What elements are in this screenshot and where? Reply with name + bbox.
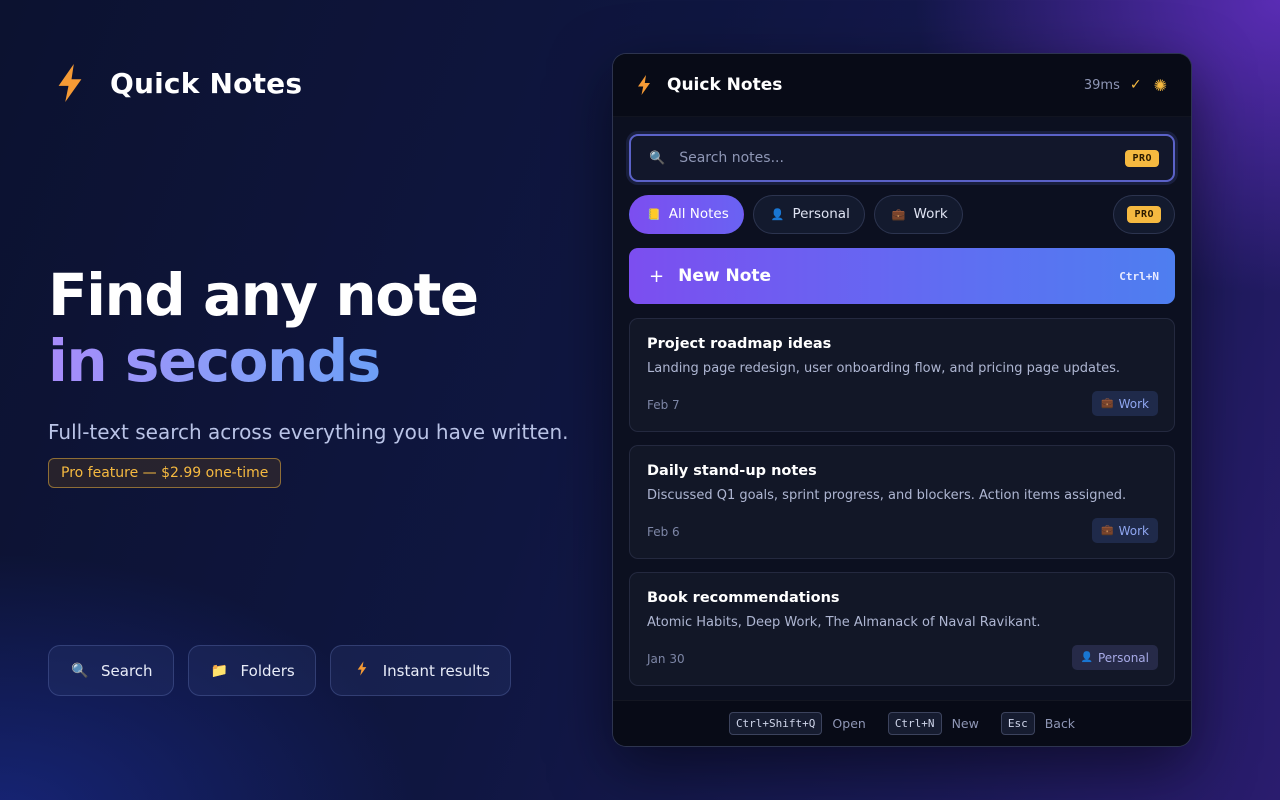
bolt-icon: [58, 64, 82, 102]
search-icon: 🔍: [649, 150, 666, 166]
theme-toggle-sun-icon[interactable]: ✺: [1154, 76, 1167, 95]
check-icon: ✓: [1129, 77, 1142, 93]
note-preview: Landing page redesign, user onboarding f…: [647, 361, 1120, 376]
hero-title: Find any note in seconds: [48, 262, 569, 394]
magnifier-icon: 🔍: [71, 662, 89, 679]
filter-label: All Notes: [668, 206, 729, 222]
feature-label: Folders: [240, 661, 295, 680]
window-body: 🔍 PRO 📒 All Notes 👤 Personal 💼 Work PRO …: [613, 117, 1191, 686]
search-bar[interactable]: 🔍 PRO: [629, 134, 1175, 182]
shortcut-label: New: [951, 716, 979, 731]
filter-personal[interactable]: 👤 Personal: [752, 194, 865, 234]
note-date: Feb 7: [647, 398, 680, 412]
note-card[interactable]: Project roadmap ideas Landing page redes…: [629, 318, 1175, 432]
hero-title-line1: Find any note: [48, 261, 479, 329]
shortcut-label: Open: [832, 716, 866, 731]
note-tag-label: Work: [1118, 396, 1149, 411]
note-title: Daily stand-up notes: [647, 463, 817, 479]
note-card[interactable]: Daily stand-up notes Discussed Q1 goals,…: [629, 445, 1175, 559]
window-title: Quick Notes: [667, 75, 783, 95]
notes-list: Project roadmap ideas Landing page redes…: [629, 318, 1175, 686]
shortcut-key: Ctrl+Shift+Q: [728, 712, 823, 735]
note-card[interactable]: Book recommendations Atomic Habits, Deep…: [629, 572, 1175, 686]
filter-pro-button[interactable]: PRO: [1113, 194, 1175, 234]
shortcut-label: Back: [1044, 716, 1076, 731]
briefcase-icon: 💼: [1101, 525, 1114, 536]
hero-section: Find any note in seconds Full-text searc…: [48, 262, 569, 488]
folder-icon: 📁: [210, 662, 229, 679]
note-preview: Atomic Habits, Deep Work, The Almanack o…: [647, 615, 1041, 630]
shortcut-hint-new: Ctrl+N New: [887, 712, 979, 735]
brand-logo: Quick Notes: [56, 64, 302, 102]
new-note-label: New Note: [678, 266, 772, 286]
feature-instant-results-button[interactable]: Instant results: [329, 645, 511, 696]
notepad-icon: 📒: [647, 207, 661, 221]
filter-all-notes[interactable]: 📒 All Notes: [629, 194, 744, 234]
briefcase-icon: 💼: [1101, 398, 1114, 409]
feature-list: 🔍 Search 📁 Folders Instant results: [48, 645, 511, 696]
hero-subtitle: Full-text search across everything you h…: [48, 420, 569, 444]
feature-folders-button[interactable]: 📁 Folders: [187, 645, 316, 696]
briefcase-icon: 💼: [891, 207, 906, 221]
person-icon: 👤: [770, 207, 785, 221]
bolt-icon: [353, 661, 371, 680]
note-tag: 💼 Work: [1092, 391, 1158, 416]
shortcut-key: Ctrl+N: [887, 712, 942, 735]
filter-label: Work: [913, 206, 948, 222]
shortcut-hint-back: Esc Back: [1000, 712, 1076, 735]
filter-chips: 📒 All Notes 👤 Personal 💼 Work PRO: [629, 194, 1175, 234]
note-tag: 💼 Work: [1092, 518, 1158, 543]
plus-icon: +: [649, 265, 665, 287]
person-icon: 👤: [1080, 652, 1093, 663]
filter-label: Personal: [792, 206, 850, 222]
note-title: Project roadmap ideas: [647, 336, 832, 352]
note-date: Feb 6: [647, 525, 680, 539]
note-tag-label: Work: [1118, 523, 1149, 538]
shortcut-hint-open: Ctrl+Shift+Q Open: [728, 712, 866, 735]
shortcut-footer: Ctrl+Shift+Q Open Ctrl+N New Esc Back: [613, 700, 1191, 746]
pro-price-badge: Pro feature — $2.99 one-time: [48, 458, 282, 488]
filter-pro-badge: PRO: [1127, 205, 1161, 223]
feature-label: Instant results: [382, 661, 490, 680]
window-titlebar: Quick Notes 39ms ✓ ✺: [613, 54, 1191, 117]
new-note-shortcut: Ctrl+N: [1119, 269, 1159, 283]
filter-work[interactable]: 💼 Work: [873, 194, 963, 234]
search-timing: 39ms: [1083, 77, 1120, 93]
hero-title-line2: in seconds: [48, 327, 381, 395]
feature-search-button[interactable]: 🔍 Search: [48, 645, 174, 696]
bolt-icon: [638, 75, 650, 95]
new-note-button[interactable]: + New Note Ctrl+N: [629, 248, 1175, 304]
app-window: Quick Notes 39ms ✓ ✺ 🔍 PRO 📒 All Notes 👤…: [612, 53, 1192, 747]
search-input[interactable]: [679, 150, 1126, 166]
note-date: Jan 30: [647, 652, 685, 666]
note-title: Book recommendations: [647, 590, 840, 606]
note-preview: Discussed Q1 goals, sprint progress, and…: [647, 488, 1127, 503]
brand-name: Quick Notes: [110, 66, 303, 100]
shortcut-key: Esc: [1000, 712, 1035, 735]
note-tag: 👤 Personal: [1071, 645, 1158, 670]
note-tag-label: Personal: [1097, 650, 1149, 665]
feature-label: Search: [101, 661, 153, 680]
search-pro-badge: PRO: [1125, 149, 1159, 167]
